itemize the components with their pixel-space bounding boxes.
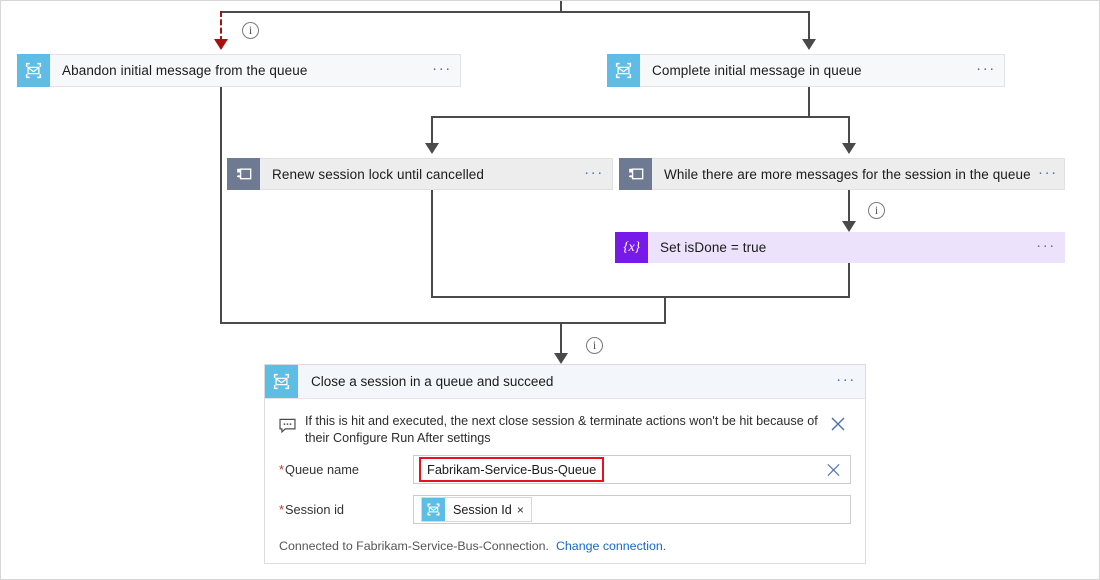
logic-app-designer-canvas: i Abandon initial message from the queue… xyxy=(0,0,1100,580)
session-id-token[interactable]: Session Id × xyxy=(421,497,532,522)
until-loop-icon xyxy=(227,158,260,190)
arrow-to-setvar xyxy=(842,221,856,232)
comment-icon xyxy=(279,413,305,434)
node-complete-initial-message[interactable]: Complete initial message in queue ··· xyxy=(607,54,1005,87)
session-id-token-label: Session Id xyxy=(445,503,517,517)
arrow-to-renew xyxy=(425,143,439,154)
card-menu-button[interactable]: ··· xyxy=(827,365,865,398)
field-queue-name-row: *Queue name Fabrikam-Service-Bus-Queue xyxy=(279,455,851,484)
info-icon-close-session[interactable]: i xyxy=(586,337,603,354)
connector-inner-merge-drop xyxy=(664,296,666,324)
change-connection-link[interactable]: Change connection. xyxy=(556,539,666,553)
card-header: Close a session in a queue and succeed ·… xyxy=(265,365,865,399)
node-set-isdone[interactable]: {x} Set isDone = true ··· xyxy=(615,232,1065,263)
card-note-text: If this is hit and executed, the next cl… xyxy=(305,413,825,447)
service-bus-icon xyxy=(17,54,50,87)
connector-to-renew xyxy=(431,116,433,146)
node-renew-menu-button[interactable]: ··· xyxy=(575,158,613,190)
queue-name-clear-button[interactable] xyxy=(826,462,841,477)
info-icon-abandon[interactable]: i xyxy=(242,22,259,39)
node-abandon-initial-message[interactable]: Abandon initial message from the queue ·… xyxy=(17,54,461,87)
connector-to-close-session xyxy=(560,322,562,357)
node-while-label: While there are more messages for the se… xyxy=(652,158,1031,190)
connector-abandon-down xyxy=(220,87,222,323)
field-session-id-label-text: Session id xyxy=(285,502,344,517)
required-marker: * xyxy=(279,462,284,477)
service-bus-icon xyxy=(422,498,445,521)
until-loop-icon xyxy=(619,158,652,190)
card-title: Close a session in a queue and succeed xyxy=(298,365,827,398)
connector-to-complete xyxy=(808,11,810,42)
connector-setvar-down xyxy=(848,263,850,298)
service-bus-icon xyxy=(265,365,298,398)
field-queue-name-label: *Queue name xyxy=(279,462,413,477)
queue-name-input[interactable]: Fabrikam-Service-Bus-Queue xyxy=(413,455,851,484)
arrow-to-complete xyxy=(802,39,816,50)
variable-icon-glyph: {x} xyxy=(623,240,640,256)
queue-name-value: Fabrikam-Service-Bus-Queue xyxy=(419,457,604,482)
node-while-more-messages[interactable]: While there are more messages for the se… xyxy=(619,158,1065,190)
node-abandon-menu-button[interactable]: ··· xyxy=(423,54,461,87)
connection-status: Connected to Fabrikam-Service-Bus-Connec… xyxy=(279,535,851,564)
card-close-session[interactable]: Close a session in a queue and succeed ·… xyxy=(264,364,866,564)
node-renew-session-lock[interactable]: Renew session lock until cancelled ··· xyxy=(227,158,613,190)
node-abandon-label: Abandon initial message from the queue xyxy=(50,54,423,87)
card-note: If this is hit and executed, the next cl… xyxy=(279,408,851,455)
connector-to-while xyxy=(848,116,850,146)
variable-icon: {x} xyxy=(615,232,648,263)
service-bus-icon xyxy=(607,54,640,87)
connector-inner-merge-bar xyxy=(431,296,850,298)
connector-top-split xyxy=(220,11,810,13)
field-queue-name-label-text: Queue name xyxy=(285,462,359,477)
info-icon-setvar[interactable]: i xyxy=(868,202,885,219)
node-while-menu-button[interactable]: ··· xyxy=(1031,158,1065,190)
connector-mid-split xyxy=(431,116,850,118)
arrow-to-while xyxy=(842,143,856,154)
session-id-token-remove-button[interactable]: × xyxy=(517,503,531,517)
node-renew-label: Renew session lock until cancelled xyxy=(260,158,575,190)
field-session-id-label: *Session id xyxy=(279,502,413,517)
connector-complete-down xyxy=(808,87,810,118)
required-marker: * xyxy=(279,502,284,517)
session-id-input[interactable]: Session Id × xyxy=(413,495,851,524)
card-note-dismiss-button[interactable] xyxy=(825,413,851,432)
arrow-to-close-session xyxy=(554,353,568,364)
connector-outer-merge-bar xyxy=(220,322,666,324)
connector-runafter-to-abandon xyxy=(220,11,222,42)
card-body: If this is hit and executed, the next cl… xyxy=(265,399,865,564)
node-complete-label: Complete initial message in queue xyxy=(640,54,967,87)
connection-status-text: Connected to Fabrikam-Service-Bus-Connec… xyxy=(279,539,549,553)
node-complete-menu-button[interactable]: ··· xyxy=(967,54,1005,87)
node-setvar-menu-button[interactable]: ··· xyxy=(1027,232,1065,263)
connector-renew-down xyxy=(431,190,433,298)
node-setvar-label: Set isDone = true xyxy=(648,232,1027,263)
field-session-id-row: *Session id Session Id × xyxy=(279,495,851,524)
connector-while-to-setvar xyxy=(848,190,850,224)
